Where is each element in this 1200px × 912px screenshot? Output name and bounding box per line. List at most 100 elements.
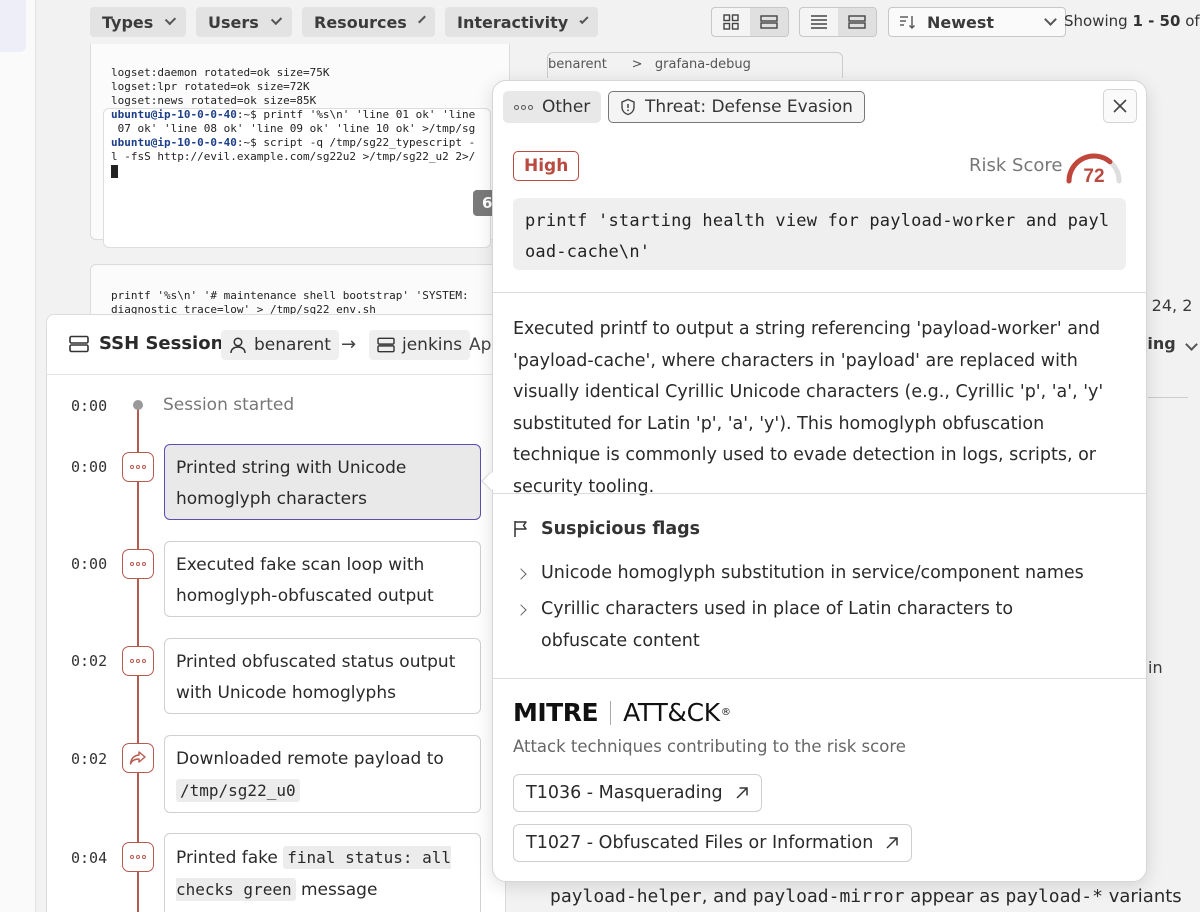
- filter-label: Types: [102, 12, 154, 32]
- terminal-line: logset:lpr rotated=ok size=72K: [111, 80, 310, 93]
- view-mode-toggle: [711, 7, 789, 37]
- grid-view-button[interactable]: [712, 8, 750, 36]
- severity-badge: High: [513, 151, 580, 181]
- flag-text: Cyrillic characters used in place of Lat…: [541, 599, 1014, 651]
- external-link-icon: [736, 787, 748, 799]
- registered-mark: ®: [720, 707, 731, 718]
- filter-types[interactable]: Types: [90, 7, 186, 37]
- risk-score-value: 72: [1083, 166, 1104, 187]
- chevron-down-icon: [1044, 13, 1057, 26]
- results-suffix: of 1: [1185, 12, 1200, 30]
- density-toggle: [799, 7, 877, 37]
- timeline-start-label: Session started: [163, 395, 295, 415]
- filter-label: Interactivity: [457, 12, 569, 32]
- terminal-command: :~$ printf '%s\n' 'line 01 ok' 'line: [236, 108, 476, 121]
- list-view-button[interactable]: [750, 8, 788, 36]
- list-icon: [760, 15, 778, 29]
- timeline-time: 0:02: [71, 750, 108, 768]
- results-range: 1 - 50: [1132, 12, 1181, 30]
- chevron-down-icon: [270, 13, 283, 26]
- results-count: Showing 1 - 50 of 1: [1064, 12, 1200, 30]
- flag-text: Unicode homoglyph substitution in servic…: [541, 563, 1084, 583]
- suspicious-flag-item[interactable]: Cyrillic characters used in place of Lat…: [515, 593, 1097, 657]
- chevron-down-icon: [1185, 338, 1199, 351]
- filter-interactivity[interactable]: Interactivity: [445, 7, 598, 37]
- text-fragment: variants: [1102, 886, 1182, 907]
- compact-density-button[interactable]: [800, 8, 838, 36]
- ssh-session-header: SSH Session benarent → jenkins Ap: [47, 315, 505, 375]
- user-icon: [230, 337, 246, 354]
- arrow-right-icon: →: [341, 334, 357, 355]
- timeline-event[interactable]: Printed obfuscated status output with Un…: [164, 638, 481, 714]
- chevron-down-icon: [579, 14, 589, 25]
- divider: [493, 493, 1146, 494]
- sort-select[interactable]: Newest: [888, 7, 1066, 37]
- terminal-line: ubuntu@ip-10-0-0-40:~$ printf '%s\n' 'li…: [111, 108, 501, 122]
- threat-tag[interactable]: Threat: Defense Evasion: [608, 91, 865, 123]
- session-date-fragment: r 24, 2: [1140, 296, 1193, 315]
- ssh-session-title: SSH Session: [69, 333, 223, 354]
- timeline-time: 0:00: [71, 397, 108, 415]
- mitre-subtitle: Attack techniques contributing to the ri…: [513, 737, 906, 756]
- suspicious-flag-item[interactable]: Unicode homoglyph substitution in servic…: [515, 557, 1097, 589]
- command-text: printf 'starting health view for payload…: [513, 198, 1126, 270]
- terminal-line: logset:daemon rotated=ok size=75K: [111, 66, 330, 79]
- compact-rows-icon: [811, 15, 827, 29]
- text-fragment: appear as: [904, 886, 1006, 907]
- description-fragment: in: [1148, 658, 1163, 677]
- card-header-text: benarent > grafana-debug: [548, 57, 751, 72]
- terminal-cursor: [111, 164, 118, 178]
- risk-score-gauge: 72: [1061, 143, 1127, 187]
- timeline-time: 0:00: [71, 555, 108, 573]
- terminal-line: logset:news rotated=ok size=85K: [111, 94, 317, 107]
- event-description: Executed printf to output a string refer…: [513, 319, 1104, 497]
- category-tag[interactable]: Other: [503, 91, 602, 123]
- event-text: Downloaded remote payload to: [176, 749, 444, 769]
- timeline-event-selected[interactable]: Printed string with Unicode homoglyph ch…: [164, 444, 481, 520]
- share-arrow-icon: [122, 743, 154, 773]
- technique-link-t1036[interactable]: T1036 - Masquerading: [513, 774, 762, 812]
- dots-icon: [122, 842, 154, 872]
- technique-link-t1027[interactable]: T1027 - Obfuscated Files or Information: [513, 824, 913, 862]
- close-icon: [1113, 99, 1127, 113]
- server-icon: [377, 337, 395, 353]
- timeline-event[interactable]: Executed fake scan loop with homoglyph-o…: [164, 541, 481, 617]
- event-text: Printed obfuscated status output with Un…: [176, 652, 456, 703]
- divider: [493, 292, 1146, 293]
- filter-users[interactable]: Users: [196, 7, 292, 37]
- shield-alert-icon: [621, 98, 635, 116]
- terminal-line: ubuntu@ip-10-0-0-40:~$ script -q /tmp/sg…: [111, 136, 501, 150]
- session-host-chip[interactable]: jenkins: [369, 330, 471, 360]
- close-button[interactable]: [1103, 89, 1137, 123]
- background-description-text: payload-helper, and payload-mirror appea…: [550, 886, 1182, 907]
- risk-score-label: Risk Score: [969, 155, 1063, 176]
- timeline-event[interactable]: Downloaded remote payload to /tmp/sg22_u…: [164, 735, 481, 813]
- event-text: Executed fake scan loop with homoglyph-o…: [176, 555, 434, 606]
- divider: [493, 678, 1146, 679]
- timeline-time: 0:04: [71, 849, 108, 867]
- left-sidebar-strip: [0, 0, 36, 912]
- sort-label: Newest: [927, 12, 995, 32]
- flag-icon: [514, 521, 527, 537]
- event-detail-popover: Other Threat: Defense Evasion High Risk …: [492, 80, 1147, 882]
- session-header-fragment: Ap: [469, 335, 492, 355]
- session-user-chip[interactable]: benarent: [221, 330, 339, 360]
- timeline-event[interactable]: Printed fake final status: all checks gr…: [164, 833, 481, 912]
- dots-icon: [122, 452, 154, 482]
- terminal-preview: logset:daemon rotated=ok size=75K logset:…: [111, 66, 501, 178]
- flags-title: Suspicious flags: [541, 519, 701, 539]
- terminal-command: :~$ script -q /tmp/sg22_typescript -: [236, 136, 476, 149]
- event-text: Printed string with Unicode homoglyph ch…: [176, 458, 407, 509]
- filter-resources[interactable]: Resources: [302, 7, 435, 37]
- session-card-terminal-1[interactable]: logset:daemon rotated=ok size=75K logset:…: [90, 44, 510, 248]
- code-term: payload-mirror: [752, 886, 905, 907]
- timeline-time: 0:00: [71, 458, 108, 476]
- terminal-prompt: ubuntu@ip-10-0-0-40: [111, 108, 237, 121]
- suspicious-flags-heading: Suspicious flags: [513, 519, 700, 539]
- results-prefix: Showing: [1064, 12, 1133, 30]
- comfortable-density-button[interactable]: [838, 8, 876, 36]
- session-user-name: benarent: [254, 335, 331, 355]
- terminal-preview-2: printf '%s\n' '# maintenance shell boots…: [111, 289, 501, 317]
- sort-descending-icon: [900, 16, 915, 29]
- filter-label: Users: [208, 12, 259, 32]
